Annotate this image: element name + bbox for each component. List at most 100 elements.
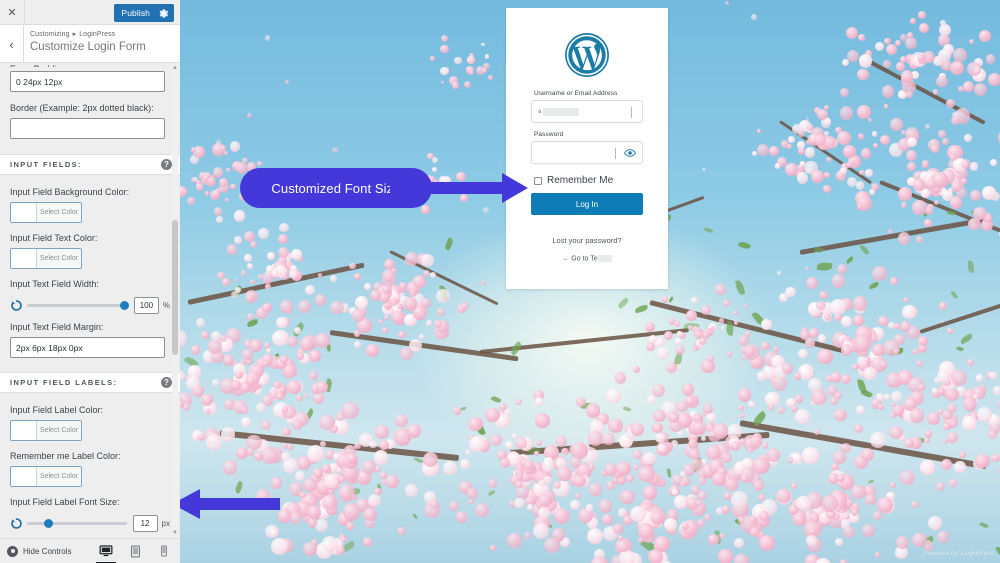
password-input[interactable]	[531, 141, 643, 164]
section-title: INPUT FIELD LABELS:	[10, 378, 118, 387]
login-form: Username or Email Address a Password Rem…	[506, 8, 668, 289]
select-color-button[interactable]: Select Color	[10, 466, 82, 487]
control-input-field-label-color: Input Field Label Color: Select Color	[0, 404, 180, 441]
color-swatch	[11, 203, 37, 222]
control-remember-me-label-color: Remember me Label Color: Select Color	[0, 450, 180, 487]
form-padding-input[interactable]: 0 24px 12px	[10, 71, 165, 92]
arrow-right-icon	[390, 173, 528, 203]
breadcrumb-separator: ▸	[72, 31, 77, 38]
username-redaction	[543, 107, 580, 116]
hide-controls-icon	[7, 545, 18, 557]
control-label: Input Text Field Width:	[10, 279, 99, 289]
control-input-field-text-color: Input Field Text Color: Select Color	[0, 232, 180, 269]
select-color-button[interactable]: Select Color	[10, 202, 82, 223]
slider-value-input[interactable]: 12	[132, 514, 158, 532]
breadcrumb-current[interactable]: LoginPress	[79, 31, 115, 38]
control-input-text-field-width: Input Text Field Width: 100 %	[0, 278, 180, 316]
gear-icon[interactable]	[158, 8, 169, 19]
breadcrumb: Customizing ▸ LoginPress	[30, 30, 115, 38]
lost-password-link[interactable]: Lost your password?	[506, 236, 668, 245]
slider-track[interactable]	[27, 300, 130, 310]
go-to-site-label: ← Go to Te	[562, 255, 598, 263]
control-label: Input Field Background Color:	[10, 187, 130, 197]
text-caret	[631, 107, 632, 118]
remember-me-checkbox[interactable]	[534, 177, 542, 185]
hide-controls-label: Hide Controls	[23, 546, 72, 556]
sidebar-scrollbar-thumb[interactable]	[172, 220, 178, 355]
control-label: Input Field Label Color:	[10, 405, 104, 415]
select-color-button[interactable]: Select Color	[10, 420, 82, 441]
wordpress-logo-icon	[563, 31, 611, 79]
border-input[interactable]	[10, 118, 165, 139]
control-input-field-background-color: Input Field Background Color: Select Col…	[0, 186, 180, 223]
control-label: Remember me Label Color:	[10, 451, 121, 461]
publish-button[interactable]: Publish	[114, 4, 174, 22]
customizer-header: ‹ Customizing ▸ LoginPress Customize Login…	[0, 25, 180, 63]
customizer-sidebar: ✕ Publish ‹ Customizing ▸ LoginPress Custo…	[0, 0, 180, 563]
select-color-label: Select Color	[37, 203, 81, 222]
chevron-left-icon[interactable]: ‹	[0, 25, 24, 63]
tablet-icon[interactable]	[127, 539, 143, 563]
control-input-field-label-font-size: Input Field Label Font Size: 12 px	[0, 496, 180, 534]
password-caret	[615, 148, 616, 159]
reset-icon[interactable]	[10, 517, 23, 530]
section-input-field-labels[interactable]: INPUT FIELD LABELS: ?	[0, 372, 180, 393]
form-padding-label: Form Padding:	[10, 63, 170, 67]
mobile-icon[interactable]	[156, 539, 172, 563]
select-color-label: Select Color	[37, 421, 81, 440]
slider-value-input[interactable]: 100	[133, 296, 159, 314]
scroll-up-arrow-icon[interactable]: ▲	[172, 64, 178, 72]
select-color-button[interactable]: Select Color	[10, 248, 82, 269]
breadcrumb-root[interactable]: Customizing	[30, 31, 70, 38]
control-label: Input Text Field Margin:	[10, 322, 104, 332]
color-swatch	[11, 467, 37, 486]
close-icon[interactable]: ✕	[0, 0, 25, 25]
input-text-field-margin-input[interactable]: 2px 6px 18px 0px	[10, 337, 165, 358]
section-title: INPUT FIELDS:	[10, 160, 82, 169]
log-in-button[interactable]: Log In	[531, 193, 643, 215]
slider-track[interactable]	[27, 518, 127, 528]
publish-label: Publish	[121, 8, 150, 18]
control-border: Border (Example: 2px dotted black):	[0, 102, 180, 139]
site-name-redaction	[597, 255, 612, 262]
customizer-bottom-bar: Hide Controls	[0, 538, 180, 563]
select-color-label: Select Color	[37, 249, 81, 268]
reset-icon[interactable]	[10, 299, 23, 312]
customizer-controls-scroll: Form Padding: 0 24px 12px Border (Exampl…	[0, 63, 180, 538]
arrow-left-icon	[172, 489, 280, 519]
hide-controls-button[interactable]: Hide Controls	[7, 545, 72, 557]
remember-me-row[interactable]: Remember Me	[534, 175, 668, 187]
slider-row[interactable]: 100 %	[10, 294, 170, 316]
color-swatch	[11, 421, 37, 440]
control-label: Input Field Text Color:	[10, 233, 98, 243]
site-preview-frame: Username or Email Address a Password Rem…	[180, 0, 1000, 563]
desktop-icon[interactable]	[96, 539, 116, 563]
device-preview-switcher	[96, 539, 172, 563]
slider-thumb[interactable]	[44, 518, 54, 528]
go-to-site-link[interactable]: ← Go to Te	[506, 255, 668, 262]
eye-icon[interactable]	[624, 147, 636, 159]
slider-unit: %	[162, 300, 170, 310]
help-icon[interactable]: ?	[161, 377, 172, 388]
annotation-customized-font-size: Customized Font Size	[240, 168, 528, 208]
control-label: Input Field Label Font Size:	[10, 497, 120, 507]
remember-me-label: Remember Me	[547, 175, 614, 186]
username-label: Username or Email Address	[534, 90, 618, 97]
username-input[interactable]: a	[531, 100, 643, 123]
section-input-fields[interactable]: INPUT FIELDS: ?	[0, 154, 180, 175]
help-icon[interactable]: ?	[161, 159, 172, 170]
control-input-text-field-margin: Input Text Field Margin: 2px 6px 18px 0p…	[0, 321, 180, 358]
color-swatch	[11, 249, 37, 268]
control-form-padding: Form Padding: 0 24px 12px	[0, 63, 180, 92]
customizer-topbar: ✕ Publish	[0, 0, 180, 25]
username-value: a	[538, 108, 542, 115]
slider-unit: px	[161, 518, 170, 528]
select-color-label: Select Color	[37, 467, 81, 486]
powered-by-label: Powered by: LoginPress	[923, 550, 994, 557]
slider-row[interactable]: 12 px	[10, 512, 170, 534]
scroll-down-arrow-icon[interactable]: ▼	[172, 529, 178, 537]
border-label: Border (Example: 2px dotted black):	[10, 103, 154, 113]
page-title: Customize Login Form	[30, 41, 146, 53]
slider-thumb[interactable]	[120, 300, 130, 310]
password-label: Password	[534, 131, 564, 138]
